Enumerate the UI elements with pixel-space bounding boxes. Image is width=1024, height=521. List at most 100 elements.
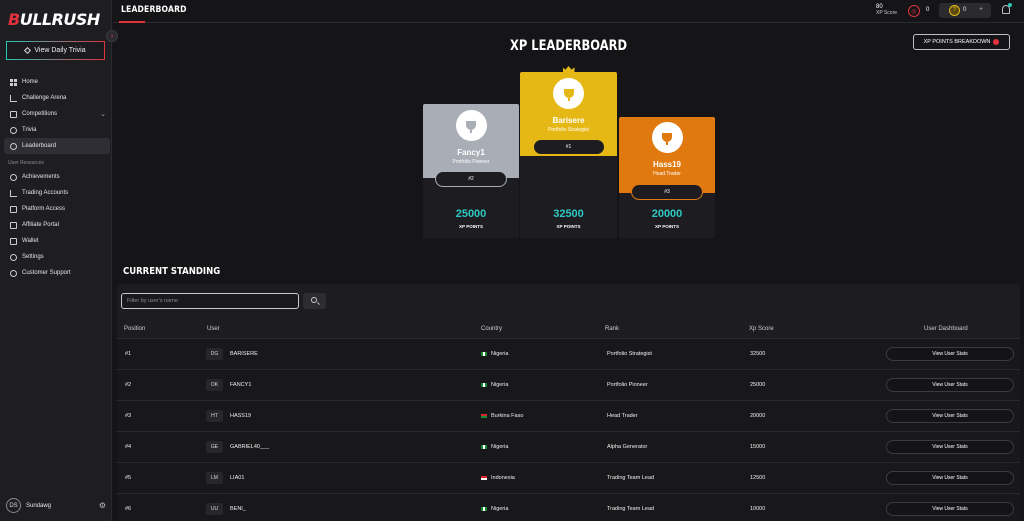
sidebar-item-label: Competitions — [22, 111, 58, 117]
sidebar-item-trivia[interactable]: Trivia — [4, 122, 110, 138]
podium-points-label: XP POINTS — [556, 224, 581, 229]
view-user-stats-button[interactable]: View User Stats — [886, 347, 1014, 361]
table-header: Position User Country Rank Xp Score User… — [117, 320, 1020, 338]
ticket-icon[interactable]: ◎ — [908, 5, 920, 17]
gear-icon[interactable]: ⚙ — [99, 501, 106, 510]
podium-first: Barisere Portfolio Strategist #1 32500 X… — [520, 66, 617, 238]
leaderboard-title: XP LEADERBOARD — [510, 38, 627, 54]
user-initials: UU — [206, 503, 223, 515]
collapse-sidebar-button[interactable]: › — [106, 30, 118, 42]
xp-points-breakdown-button[interactable]: XP POINTS BREAKDOWN — [913, 34, 1010, 50]
sidebar-item-settings[interactable]: Settings — [4, 249, 110, 265]
podium-name: Hass19 — [652, 160, 682, 169]
trophy-icon — [651, 122, 683, 153]
country-name: Nigeria — [491, 506, 509, 512]
sidebar-item-leaderboard[interactable]: Leaderboard — [4, 138, 110, 154]
row-position: #6 — [125, 506, 132, 512]
medal-icon — [10, 173, 17, 181]
burkina-faso-flag-icon — [481, 413, 487, 418]
sidebar-item-label: Trading Accounts — [22, 190, 69, 196]
breakdown-button-label: XP POINTS BREAKDOWN — [923, 39, 991, 45]
search-input[interactable] — [121, 293, 299, 309]
row-score: 25000 — [750, 382, 766, 388]
podium-position: #3 — [631, 184, 703, 200]
trivia-button-label: View Daily Trivia — [34, 47, 86, 54]
row-position: #1 — [125, 351, 132, 357]
sidebar-item-challenge-arena[interactable]: Challenge Arena — [4, 90, 110, 106]
current-standing-title: CURRENT STANDING — [123, 266, 221, 277]
nigeria-flag-icon — [481, 444, 487, 449]
column-header: Xp Score — [749, 326, 774, 332]
sidebar-item-wallet[interactable]: Wallet — [4, 233, 110, 249]
user-profile[interactable]: DS Sundawg ⚙ — [6, 498, 106, 513]
view-user-stats-button[interactable]: View User Stats — [886, 378, 1014, 392]
country-name: Nigeria — [491, 382, 509, 388]
chart-icon — [10, 110, 17, 118]
podium-position: #1 — [532, 139, 605, 155]
gear-icon — [10, 253, 17, 261]
row-score: 15000 — [750, 444, 766, 450]
xp-score: 80 XP Score — [876, 4, 897, 16]
top-bar: LEADERBOARD 80 XP Score ◎ 0 ? 0 + — [113, 0, 1024, 23]
external-icon — [10, 205, 17, 213]
country-name: Nigeria — [491, 444, 509, 450]
user-initials: LM — [206, 472, 223, 484]
row-score: 10000 — [750, 506, 766, 512]
info-icon — [993, 39, 1000, 45]
row-user: BENI_ — [230, 506, 246, 512]
diamond-icon — [24, 46, 32, 55]
row-country: Indonesia — [481, 475, 515, 481]
search-button[interactable] — [303, 293, 326, 309]
sidebar-item-achievements[interactable]: Achievements — [4, 169, 110, 185]
podium-second: Fancy1 Portfolio Pioneer #2 25000 XP POI… — [423, 104, 519, 238]
sidebar-nav: Home Challenge Arena Competitions ⌄ Triv… — [4, 74, 110, 281]
add-coins-button[interactable]: + — [979, 6, 983, 13]
row-user: LIA01 — [230, 475, 245, 481]
sidebar-item-home[interactable]: Home — [4, 74, 110, 90]
sidebar-item-label: Wallet — [22, 238, 39, 244]
coin-balance[interactable]: ? 0 + — [939, 3, 991, 18]
podium-position: #2 — [435, 171, 507, 187]
row-rank: Portfolio Strategist — [607, 351, 652, 357]
podium-points-label: XP POINTS — [459, 224, 483, 229]
logo-mark: B — [8, 10, 20, 29]
coin-count: 0 — [963, 7, 967, 13]
sidebar: BULLRUSH › View Daily Trivia Home Challe… — [0, 0, 118, 521]
sidebar-item-competitions[interactable]: Competitions ⌄ — [4, 106, 110, 122]
podium-rank: Portfolio Pioneer — [452, 159, 490, 165]
view-user-stats-button[interactable]: View User Stats — [886, 409, 1014, 423]
view-daily-trivia-button[interactable]: View Daily Trivia — [6, 41, 105, 60]
home-icon — [10, 78, 17, 86]
section-label-user-resources: User Resources — [8, 160, 44, 166]
podium-score: 20000 — [651, 208, 683, 220]
column-header: User Dashboard — [924, 326, 968, 332]
sidebar-item-customer-support[interactable]: Customer Support — [4, 265, 110, 281]
row-position: #4 — [125, 444, 132, 450]
user-initials: OK — [206, 379, 223, 391]
sidebar-item-affiliate-portal[interactable]: Affiliate Portal — [4, 217, 110, 233]
view-user-stats-button[interactable]: View User Stats — [886, 502, 1014, 516]
sidebar-item-trading-accounts[interactable]: Trading Accounts — [4, 185, 110, 201]
table-row: #6 UU BENI_ Nigeria Trading Team Lead 10… — [117, 493, 1020, 521]
chevron-down-icon[interactable]: ⌄ — [100, 110, 106, 118]
podium-name: Barisere — [552, 116, 585, 125]
row-score: 12500 — [750, 475, 766, 481]
row-country: Nigeria — [481, 506, 508, 512]
view-user-stats-button[interactable]: View User Stats — [886, 440, 1014, 454]
avatar[interactable]: DS — [6, 498, 21, 513]
brand-logo[interactable]: BULLRUSH — [8, 10, 100, 29]
nigeria-flag-icon — [481, 506, 487, 511]
coin-icon: ? — [949, 5, 960, 16]
sidebar-item-platform-access[interactable]: Platform Access — [4, 201, 110, 217]
table-row: #3 HT HASS19 Burkina Faso Head Trader 20… — [117, 400, 1020, 431]
row-user: GABRIEL40___ — [230, 444, 270, 450]
search-icon — [311, 297, 317, 303]
view-user-stats-button[interactable]: View User Stats — [886, 471, 1014, 485]
column-header: Position — [124, 326, 146, 332]
row-user: HASS19 — [230, 413, 252, 419]
title-underline — [119, 21, 145, 23]
page-title: LEADERBOARD — [121, 5, 187, 15]
table-row: #2 OK FANCY1 Nigeria Portfolio Pioneer 2… — [117, 369, 1020, 400]
row-position: #2 — [125, 382, 132, 388]
country-name: Burkina Faso — [491, 413, 524, 419]
